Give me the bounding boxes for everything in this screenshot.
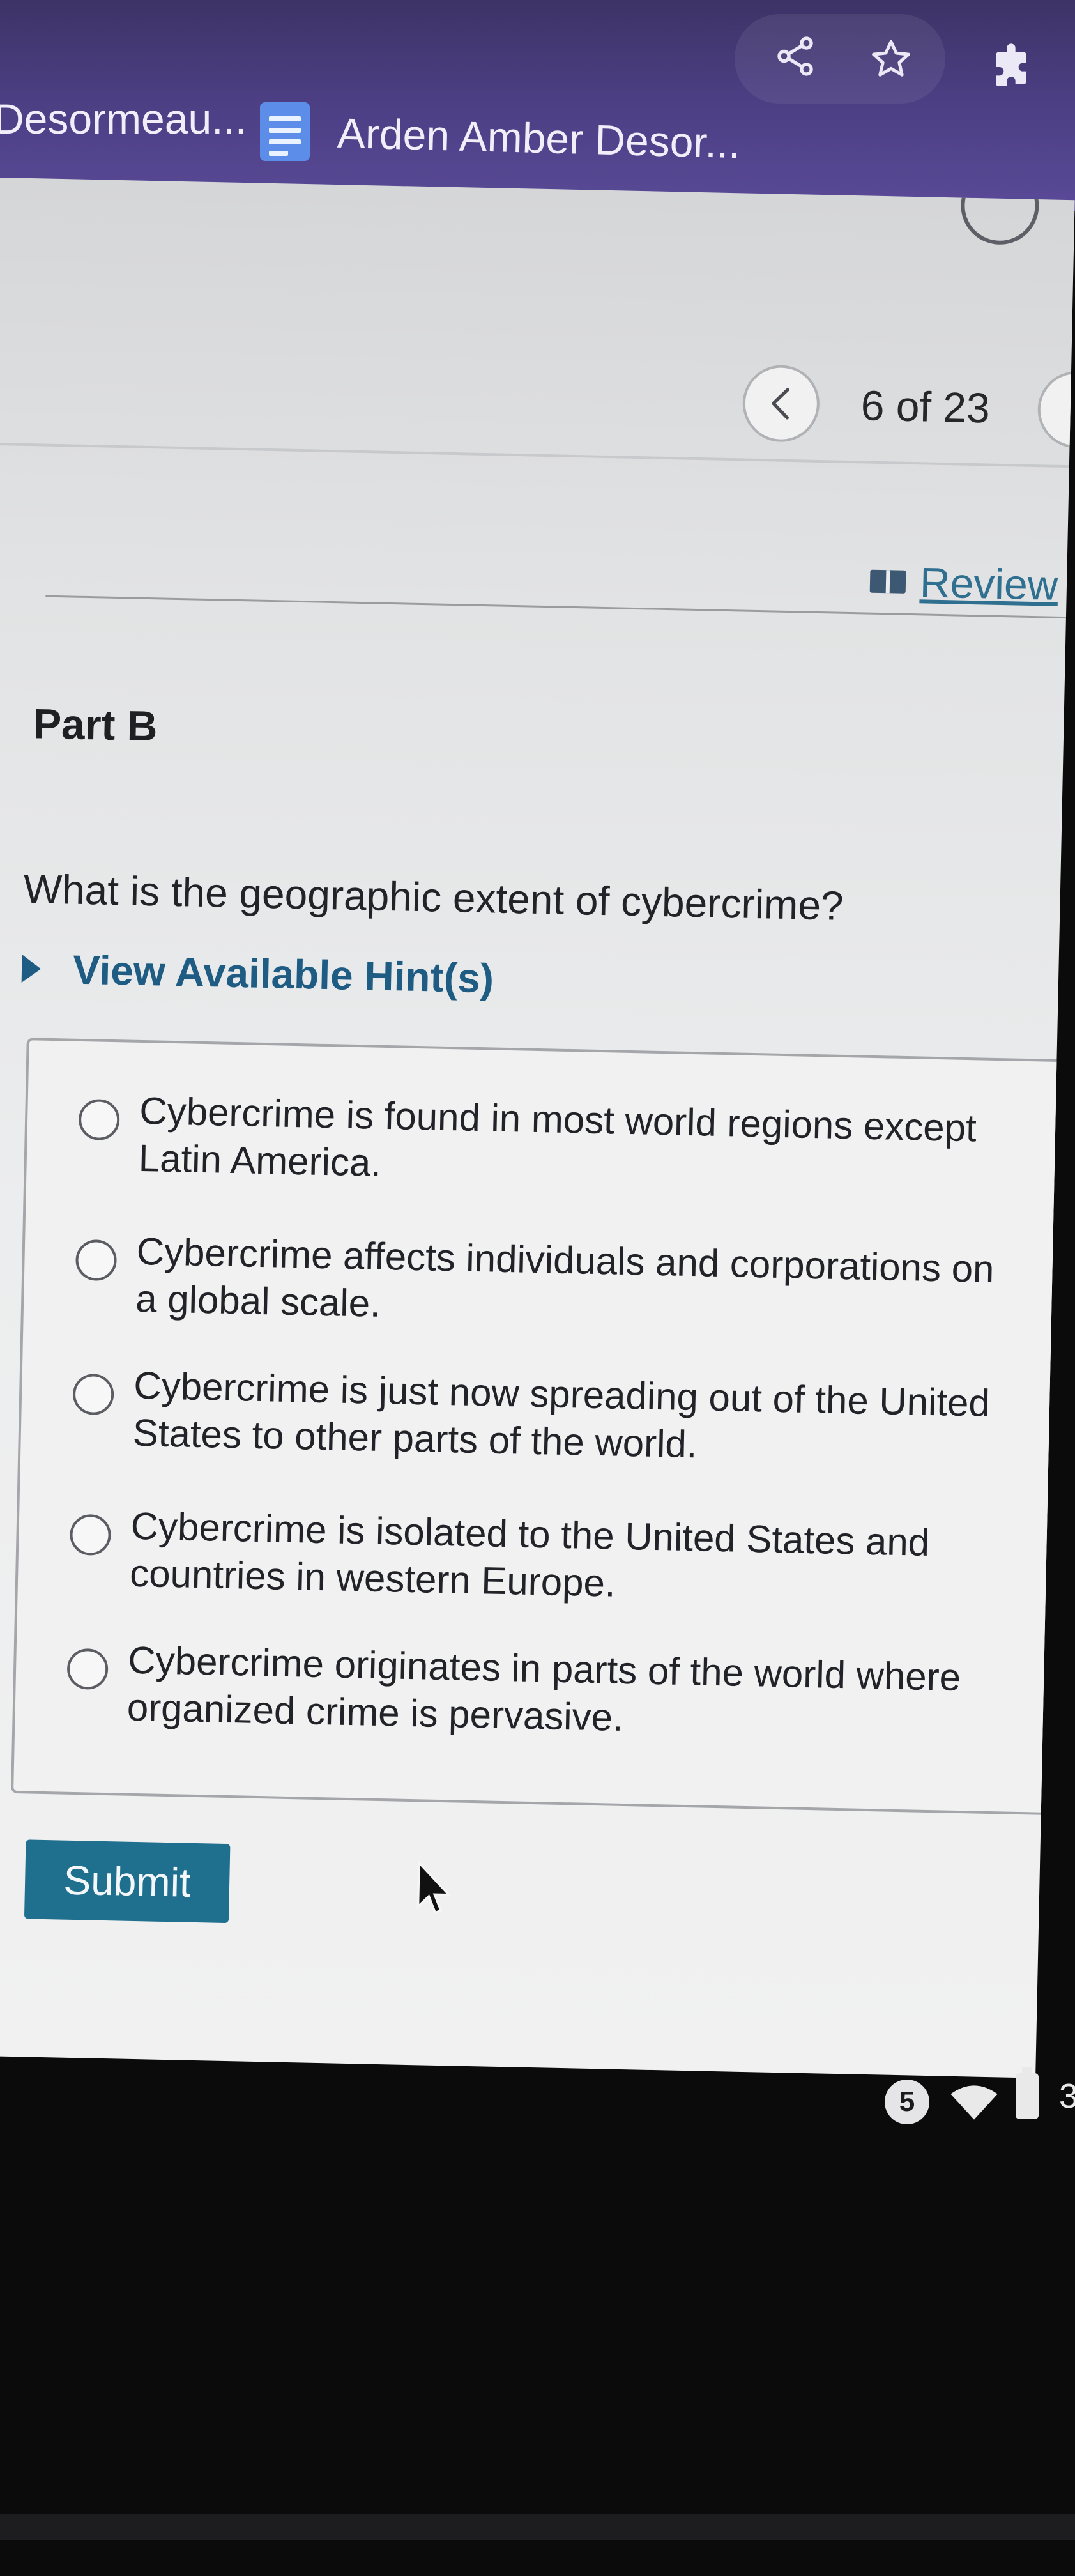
view-hints-toggle[interactable]: View Available Hint(s)	[21, 945, 494, 1002]
previous-question-button[interactable]	[742, 364, 821, 443]
answer-options: Cybercrime is found in most world region…	[11, 1038, 1075, 1816]
answer-option[interactable]: Cybercrime is isolated to the United Sta…	[20, 1500, 1042, 1605]
submit-button[interactable]: Submit	[24, 1839, 231, 1924]
caret-right-icon	[21, 954, 42, 983]
radio-button[interactable]	[78, 1098, 120, 1141]
google-docs-icon	[260, 102, 310, 161]
bookmark-item-arden[interactable]: Arden Amber Desor...	[337, 109, 741, 167]
radio-button[interactable]	[69, 1514, 112, 1556]
assignment-page: 6 of 23 Review Part B What is the geogra…	[0, 178, 1075, 2078]
answer-option-label: Cybercrime is isolated to the United Sta…	[129, 1504, 930, 1605]
question-text: What is the geographic extent of cybercr…	[22, 866, 844, 929]
next-question-button[interactable]	[1037, 371, 1075, 449]
browser-toolbar: Desormeau... Arden Amber Desor...	[0, 0, 1075, 211]
clock-text: 3	[1059, 2077, 1075, 2115]
answer-option-label: Cybercrime originates in parts of the wo…	[126, 1638, 961, 1739]
star-icon[interactable]	[859, 29, 923, 89]
radio-button[interactable]	[75, 1239, 118, 1282]
mouse-cursor-icon	[416, 1860, 452, 1915]
radio-button[interactable]	[72, 1373, 114, 1416]
review-link[interactable]: Review	[869, 557, 1058, 610]
answer-option[interactable]: Cybercrime originates in parts of the wo…	[17, 1634, 1039, 1739]
monitor-bezel	[0, 2514, 1075, 2540]
chevron-left-icon	[772, 388, 789, 420]
notification-count-badge[interactable]: 5	[885, 2080, 929, 2124]
part-title: Part B	[33, 700, 158, 750]
header-divider	[0, 442, 1069, 468]
hint-label: View Available Hint(s)	[72, 946, 494, 1002]
radio-button[interactable]	[66, 1648, 109, 1690]
review-label: Review	[919, 558, 1059, 609]
answer-option-label: Cybercrime is found in most world region…	[138, 1089, 977, 1184]
answer-option-label: Cybercrime is just now spreading out of …	[132, 1363, 991, 1466]
wifi-icon[interactable]	[949, 2083, 1000, 2122]
answer-option[interactable]: Cybercrime is found in most world region…	[28, 1085, 1050, 1184]
answer-option-label: Cybercrime affects individuals and corpo…	[135, 1229, 995, 1325]
battery-icon[interactable]	[1016, 2067, 1039, 2119]
answer-option[interactable]: Cybercrime is just now spreading out of …	[22, 1360, 1044, 1466]
answer-option[interactable]: Cybercrime affects individuals and corpo…	[26, 1225, 1048, 1325]
book-icon	[869, 569, 906, 594]
share-icon[interactable]	[763, 26, 827, 86]
question-counter: 6 of 23	[860, 381, 991, 432]
bookmark-item-desormeau[interactable]: Desormeau...	[0, 95, 247, 143]
extensions-icon[interactable]	[974, 32, 1048, 102]
